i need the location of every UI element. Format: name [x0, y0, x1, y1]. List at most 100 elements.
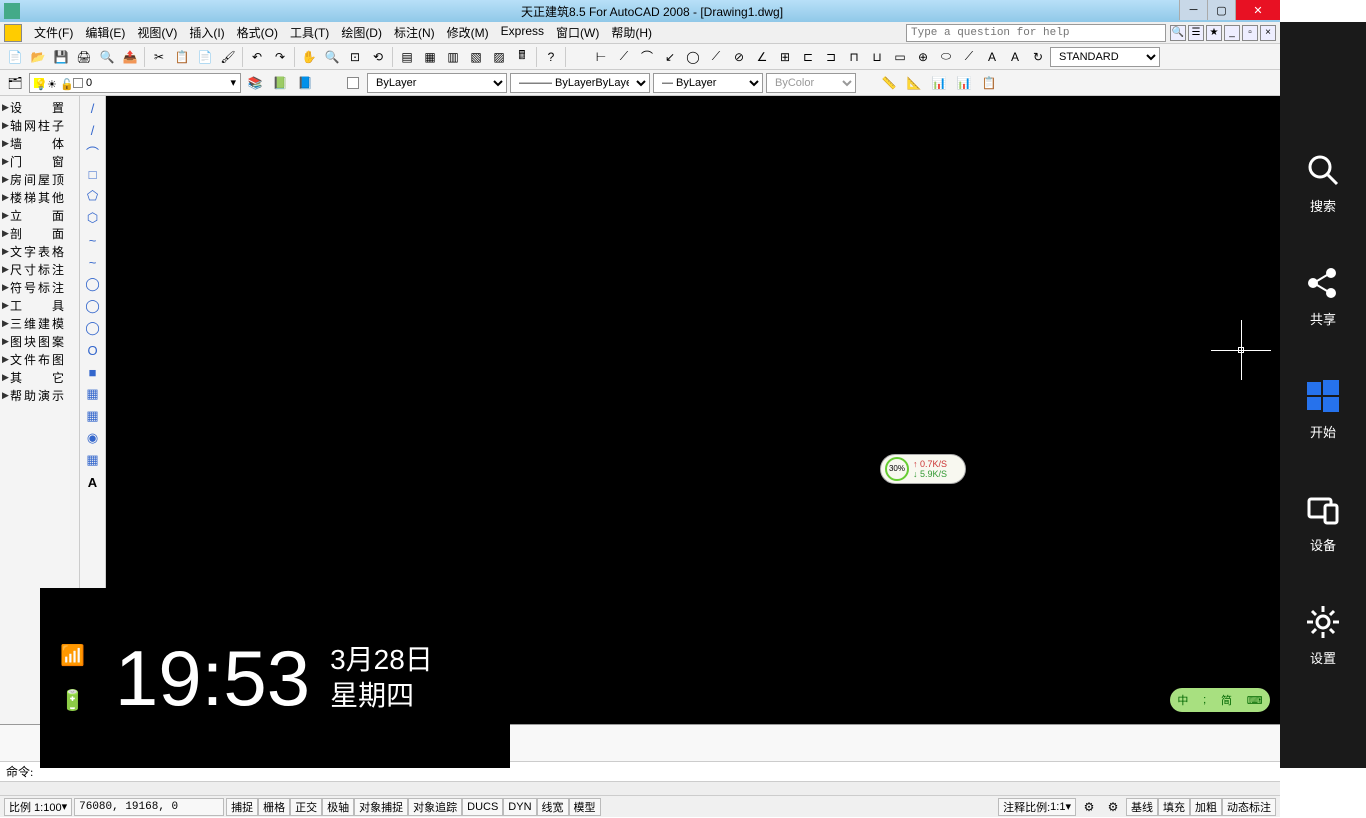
menu-窗口[interactable]: 窗口(W) [550, 22, 605, 43]
charm-devices[interactable]: 设备 [1305, 491, 1341, 554]
new-icon[interactable]: 📄 [4, 46, 26, 68]
tangent-menu-item[interactable]: ▶文件布图 [2, 350, 77, 368]
menu-icon-1[interactable]: 🔍 [1170, 25, 1186, 41]
tangent-menu-item[interactable]: ▶剖 面 [2, 224, 77, 242]
status-toggle-栅格[interactable]: 栅格 [258, 798, 290, 816]
linetype-dropdown[interactable]: ——— ByLayerByLayer [510, 73, 650, 93]
status-基线[interactable]: 基线 [1126, 798, 1158, 816]
tangent-menu-item[interactable]: ▶设 置 [2, 98, 77, 116]
menu-视图[interactable]: 视图(V) [131, 22, 183, 43]
anno-vis-icon[interactable]: ⚙ [1078, 796, 1100, 818]
draw-tool-1[interactable]: / [82, 120, 104, 140]
menu-修改[interactable]: 修改(M) [441, 22, 495, 43]
help-search-input[interactable] [906, 24, 1166, 42]
status-toggle-捕捉[interactable]: 捕捉 [226, 798, 258, 816]
dim-edit-icon[interactable]: A [981, 46, 1003, 68]
dim-ord-icon[interactable]: ↙ [659, 46, 681, 68]
draw-tool-14[interactable]: ▦ [82, 406, 104, 426]
maximize-button[interactable]: ▢ [1207, 0, 1235, 20]
tangent-menu-item[interactable]: ▶其 它 [2, 368, 77, 386]
draw-tool-11[interactable]: O [82, 340, 104, 360]
charm-settings[interactable]: 设置 [1305, 604, 1341, 667]
draw-tool-5[interactable]: ⬡ [82, 208, 104, 228]
draw-tool-10[interactable]: ◯ [82, 318, 104, 338]
area-icon[interactable]: 📐 [903, 72, 925, 94]
dim-aligned-icon[interactable]: ⟋ [613, 46, 635, 68]
status-toggle-DYN[interactable]: DYN [503, 798, 536, 816]
menu-文件[interactable]: 文件(F) [28, 22, 79, 43]
status-toggle-正交[interactable]: 正交 [290, 798, 322, 816]
dim-cen-icon[interactable]: ⊕ [912, 46, 934, 68]
tangent-menu-item[interactable]: ▶轴网柱子 [2, 116, 77, 134]
h-scrollbar[interactable] [0, 781, 1280, 795]
plotstyle-dropdown[interactable]: ByColor [766, 73, 856, 93]
dim-quick-icon[interactable]: ⊞ [774, 46, 796, 68]
draw-tool-17[interactable]: A [82, 472, 104, 492]
dim-dia-icon[interactable]: ⊘ [728, 46, 750, 68]
zoom-prev-icon[interactable]: ⟲ [367, 46, 389, 68]
tangent-menu-item[interactable]: ▶立 面 [2, 206, 77, 224]
color-swatch[interactable] [342, 72, 364, 94]
mm-icon[interactable]: ▨ [488, 46, 510, 68]
status-toggle-极轴[interactable]: 极轴 [322, 798, 354, 816]
paste-icon[interactable]: 📄 [194, 46, 216, 68]
layer-prev-icon[interactable]: 📚 [244, 72, 266, 94]
undo-icon[interactable]: ↶ [246, 46, 268, 68]
layer-dropdown[interactable]: 💡 ☀ 🔓 0 ▾ [29, 73, 241, 93]
publish-icon[interactable]: 📤 [119, 46, 141, 68]
anno-auto-icon[interactable]: ⚙ [1102, 796, 1124, 818]
menu-绘图[interactable]: 绘图(D) [335, 22, 388, 43]
dimstyle-dropdown[interactable]: STANDARD [1050, 47, 1160, 67]
menu-格式[interactable]: 格式(O) [231, 22, 284, 43]
menu-icon-3[interactable]: ★ [1206, 25, 1222, 41]
save-icon[interactable]: 💾 [50, 46, 72, 68]
cut-icon[interactable]: ✂ [148, 46, 170, 68]
menu-编辑[interactable]: 编辑(E) [79, 22, 131, 43]
menu-icon-2[interactable]: ☰ [1188, 25, 1204, 41]
status-toggle-线宽[interactable]: 线宽 [537, 798, 569, 816]
tangent-menu-item[interactable]: ▶房间屋顶 [2, 170, 77, 188]
draw-tool-6[interactable]: ~ [82, 230, 104, 250]
draw-tool-4[interactable]: ⬠ [82, 186, 104, 206]
dim-ang-icon[interactable]: ∠ [751, 46, 773, 68]
close-button[interactable]: ✕ [1235, 0, 1280, 20]
tangent-menu-item[interactable]: ▶符号标注 [2, 278, 77, 296]
tangent-menu-item[interactable]: ▶文字表格 [2, 242, 77, 260]
status-填充[interactable]: 填充 [1158, 798, 1190, 816]
tangent-menu-item[interactable]: ▶墙 体 [2, 134, 77, 152]
rv3-icon[interactable]: 📋 [978, 72, 1000, 94]
status-toggle-对象捕捉[interactable]: 对象捕捉 [354, 798, 408, 816]
status-toggle-对象追踪[interactable]: 对象追踪 [408, 798, 462, 816]
charm-search[interactable]: 搜索 [1305, 152, 1341, 215]
match-icon[interactable]: 🖌 [217, 46, 239, 68]
dim-space-icon[interactable]: ⊓ [843, 46, 865, 68]
menu-插入[interactable]: 插入(I) [183, 22, 230, 43]
draw-tool-12[interactable]: ■ [82, 362, 104, 382]
dist-icon[interactable]: 📏 [878, 72, 900, 94]
layer-iso-icon[interactable]: 📘 [294, 72, 316, 94]
dc-icon[interactable]: ▦ [419, 46, 441, 68]
redo-icon[interactable]: ↷ [269, 46, 291, 68]
tp-icon[interactable]: ▥ [442, 46, 464, 68]
status-动态标注[interactable]: 动态标注 [1222, 798, 1276, 816]
status-scale[interactable]: 比例 1:100 ▾ [4, 798, 72, 816]
pan-icon[interactable]: ✋ [298, 46, 320, 68]
dim-tol-icon[interactable]: ▭ [889, 46, 911, 68]
doc-min-button[interactable]: _ [1224, 25, 1240, 41]
open-icon[interactable]: 📂 [27, 46, 49, 68]
tangent-menu-item[interactable]: ▶帮助演示 [2, 386, 77, 404]
calc-icon[interactable]: 🖩 [511, 46, 533, 68]
draw-tool-16[interactable]: ▦ [82, 450, 104, 470]
dim-upd-icon[interactable]: ↻ [1027, 46, 1049, 68]
draw-tool-3[interactable]: □ [82, 164, 104, 184]
draw-tool-13[interactable]: ▦ [82, 384, 104, 404]
app-menu-icon[interactable] [4, 24, 22, 42]
status-toggle-DUCS[interactable]: DUCS [462, 798, 503, 816]
tangent-menu-item[interactable]: ▶门 窗 [2, 152, 77, 170]
color-dropdown[interactable]: ByLayer [367, 73, 507, 93]
dim-break-icon[interactable]: ⊔ [866, 46, 888, 68]
status-加粗[interactable]: 加粗 [1190, 798, 1222, 816]
menu-工具[interactable]: 工具(T) [284, 22, 335, 43]
draw-tool-8[interactable]: ◯ [82, 274, 104, 294]
copy-icon[interactable]: 📋 [171, 46, 193, 68]
